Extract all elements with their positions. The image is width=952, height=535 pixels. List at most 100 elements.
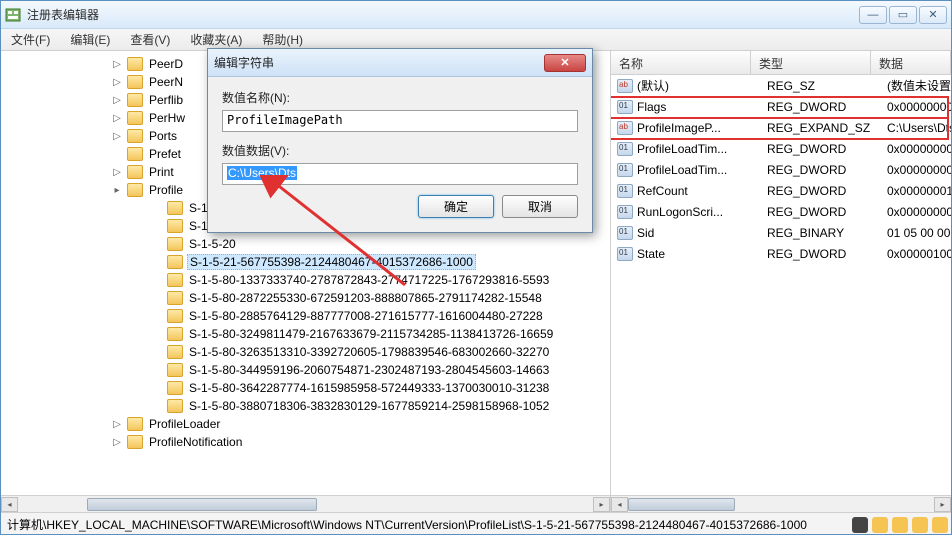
value-name: (默认): [637, 77, 767, 94]
tray-icon[interactable]: [852, 517, 868, 533]
minimize-button[interactable]: —: [859, 6, 887, 24]
list-row[interactable]: ProfileLoadTim...REG_DWORD0x00000000 (0): [611, 138, 951, 159]
value-data: 0x00000000 (0): [887, 142, 951, 156]
tree-label: ProfileNotification: [147, 435, 244, 449]
expander-icon[interactable]: ▷: [111, 95, 123, 106]
tree-scroll-left[interactable]: ◂: [1, 497, 18, 512]
list-scroll-right[interactable]: ▸: [934, 497, 951, 512]
tray-icon[interactable]: [912, 517, 928, 533]
tree-label: S-1-5-80-3263513310-3392720605-179883954…: [187, 345, 551, 359]
expander-icon[interactable]: ▷: [111, 59, 123, 70]
value-data: 0x00000000 (0): [887, 163, 951, 177]
expander-icon[interactable]: ▷: [111, 419, 123, 430]
value-icon: [617, 247, 633, 261]
expander-icon[interactable]: ▸: [111, 185, 123, 196]
value-type: REG_DWORD: [767, 163, 887, 177]
list-row[interactable]: RunLogonScri...REG_DWORD0x00000000 (0): [611, 201, 951, 222]
value-icon: [617, 184, 633, 198]
list-pane[interactable]: 名称 类型 数据 (默认)REG_SZ(数值未设置)FlagsREG_DWORD…: [611, 51, 951, 512]
value-data: C:\Users\Dts: [887, 121, 951, 135]
value-icon: [617, 142, 633, 156]
folder-icon: [127, 57, 143, 71]
value-name: Sid: [637, 226, 767, 240]
list-scroll-left[interactable]: ◂: [611, 497, 628, 512]
titlebar[interactable]: 注册表编辑器 — ▭ ✕: [1, 1, 951, 29]
menu-file[interactable]: 文件(F): [7, 29, 54, 50]
expander-icon[interactable]: ▷: [111, 131, 123, 142]
menu-help[interactable]: 帮助(H): [258, 29, 307, 50]
list-scrollbar-thumb[interactable]: [628, 498, 735, 511]
folder-icon: [127, 435, 143, 449]
value-data-label: 数值数据(V):: [222, 142, 578, 159]
tree-label: S-1-5-80-2885764129-887777008-271615777-…: [187, 309, 545, 323]
ok-button[interactable]: 确定: [418, 195, 494, 218]
value-name: State: [637, 247, 767, 261]
tray-icon[interactable]: [932, 517, 948, 533]
expander-icon[interactable]: ▷: [111, 167, 123, 178]
value-icon: [617, 100, 633, 114]
value-name: ProfileLoadTim...: [637, 142, 767, 156]
value-type: REG_DWORD: [767, 100, 887, 114]
tree-scroll-right[interactable]: ▸: [593, 497, 610, 512]
list-row[interactable]: StateREG_DWORD0x00000100 (256): [611, 243, 951, 264]
list-row[interactable]: ProfileLoadTim...REG_DWORD0x00000000 (0): [611, 159, 951, 180]
tray-icon[interactable]: [892, 517, 908, 533]
col-data[interactable]: 数据: [871, 51, 951, 74]
folder-icon: [127, 165, 143, 179]
tree-label: S-1-5-80-3880718306-3832830129-167785921…: [187, 399, 551, 413]
list-row[interactable]: (默认)REG_SZ(数值未设置): [611, 75, 951, 96]
col-name[interactable]: 名称: [611, 51, 751, 74]
menu-edit[interactable]: 编辑(E): [66, 29, 114, 50]
close-button[interactable]: ✕: [919, 6, 947, 24]
tree-item[interactable]: ▷ ProfileLoader: [1, 415, 610, 433]
value-icon: [617, 121, 633, 135]
menu-favorites[interactable]: 收藏夹(A): [186, 29, 246, 50]
tree-item[interactable]: S-1-5-80-3642287774-1615985958-572449333…: [1, 379, 610, 397]
value-data: 0x00000000 (0): [887, 100, 951, 114]
tree-scrollbar-thumb[interactable]: [87, 498, 317, 511]
value-icon: [617, 163, 633, 177]
list-row[interactable]: ProfileImageP...REG_EXPAND_SZC:\Users\Dt…: [611, 117, 951, 138]
folder-icon: [127, 147, 143, 161]
list-row[interactable]: RefCountREG_DWORD0x00000001 (1): [611, 180, 951, 201]
dialog-close-button[interactable]: ✕: [544, 54, 586, 72]
value-data-field[interactable]: C:\Users\Dts: [222, 163, 578, 185]
tree-item[interactable]: S-1-5-80-3880718306-3832830129-167785921…: [1, 397, 610, 415]
list-header: 名称 类型 数据: [611, 51, 951, 75]
menu-view[interactable]: 查看(V): [126, 29, 174, 50]
tree-label: Ports: [147, 129, 179, 143]
maximize-button[interactable]: ▭: [889, 6, 917, 24]
tree-item[interactable]: S-1-5-21-567755398-2124480467-4015372686…: [1, 253, 610, 271]
folder-icon: [127, 183, 143, 197]
value-icon: [617, 205, 633, 219]
regedit-icon: [5, 7, 21, 23]
value-name-field[interactable]: ProfileImagePath: [222, 110, 578, 132]
value-data: 0x00000001 (1): [887, 184, 951, 198]
dialog-titlebar[interactable]: 编辑字符串 ✕: [208, 49, 592, 77]
value-data: 0x00000000 (0): [887, 205, 951, 219]
folder-icon: [167, 291, 183, 305]
folder-icon: [167, 219, 183, 233]
tree-item[interactable]: S-1-5-80-2885764129-887777008-271615777-…: [1, 307, 610, 325]
expander-icon[interactable]: ▷: [111, 437, 123, 448]
folder-icon: [167, 345, 183, 359]
tree-item[interactable]: S-1-5-80-3249811479-2167633679-211573428…: [1, 325, 610, 343]
tree-item[interactable]: S-1-5-80-344959196-2060754871-2302487193…: [1, 361, 610, 379]
col-type[interactable]: 类型: [751, 51, 871, 74]
value-name: RefCount: [637, 184, 767, 198]
tree-item[interactable]: S-1-5-80-2872255330-672591203-888807865-…: [1, 289, 610, 307]
expander-icon[interactable]: ▷: [111, 113, 123, 124]
tree-item[interactable]: ▷ ProfileNotification: [1, 433, 610, 451]
list-row[interactable]: FlagsREG_DWORD0x00000000 (0): [611, 96, 951, 117]
list-row[interactable]: SidREG_BINARY01 05 00 00 00 00: [611, 222, 951, 243]
value-data: 01 05 00 00 00 00: [887, 226, 951, 240]
expander-icon[interactable]: ▷: [111, 77, 123, 88]
tree-label: ProfileLoader: [147, 417, 222, 431]
value-type: REG_BINARY: [767, 226, 887, 240]
value-data: (数值未设置): [887, 77, 951, 94]
tree-item[interactable]: S-1-5-20: [1, 235, 610, 253]
tree-item[interactable]: S-1-5-80-1337333740-2787872843-277471722…: [1, 271, 610, 289]
tree-item[interactable]: S-1-5-80-3263513310-3392720605-179883954…: [1, 343, 610, 361]
tray-icon[interactable]: [872, 517, 888, 533]
cancel-button[interactable]: 取消: [502, 195, 578, 218]
